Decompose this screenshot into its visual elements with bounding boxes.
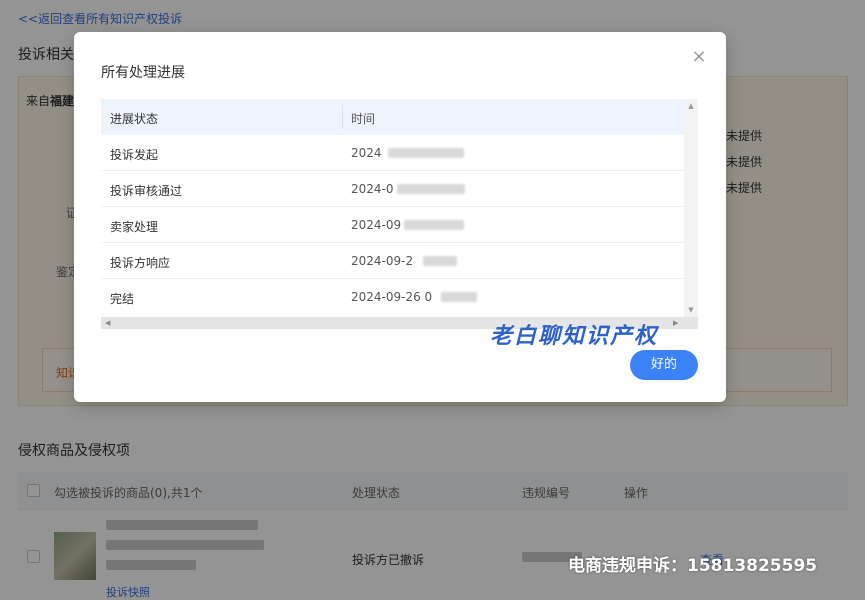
row-time: 2024-09-2 xyxy=(351,254,414,268)
table-row: 投诉发起 2024 xyxy=(101,135,684,171)
column-divider xyxy=(342,105,343,129)
scroll-left-icon[interactable]: ◀ xyxy=(105,317,110,329)
row-status: 完结 xyxy=(110,292,135,306)
column-header-status: 进展状态 xyxy=(110,112,159,126)
time-redacted xyxy=(397,184,465,194)
row-status: 卖家处理 xyxy=(110,220,159,234)
row-time: 2024-09-26 0 xyxy=(351,290,433,304)
row-time: 2024 xyxy=(351,146,382,160)
vertical-scrollbar[interactable]: ▲ ▼ xyxy=(684,99,698,317)
row-status: 投诉审核通过 xyxy=(110,184,183,198)
table-row: 完结 2024-09-26 0 xyxy=(101,279,684,315)
table-row: 投诉方响应 2024-09-2 xyxy=(101,243,684,279)
progress-table: 进展状态 时间 投诉发起 2024 投诉审核通过 2024-0 卖家处理 202… xyxy=(101,99,698,329)
scroll-up-icon[interactable]: ▲ xyxy=(684,102,698,110)
progress-table-header: 进展状态 时间 xyxy=(101,99,684,135)
time-redacted xyxy=(388,148,464,158)
watermark-blue: 老白聊知识产权 xyxy=(490,323,659,349)
column-header-time: 时间 xyxy=(351,112,376,126)
table-row: 卖家处理 2024-09 xyxy=(101,207,684,243)
scroll-down-icon[interactable]: ▼ xyxy=(684,306,698,314)
time-redacted xyxy=(404,220,464,230)
watermark-white: 电商违规申诉：15813825595 xyxy=(568,556,818,576)
ok-button[interactable]: 好的 xyxy=(630,350,698,380)
close-icon[interactable]: × xyxy=(688,46,710,68)
row-time: 2024-09 xyxy=(351,218,402,232)
row-status: 投诉发起 xyxy=(110,148,159,162)
table-row: 投诉审核通过 2024-0 xyxy=(101,171,684,207)
time-redacted xyxy=(441,292,477,302)
modal-title: 所有处理进展 xyxy=(101,65,185,81)
time-redacted xyxy=(423,256,457,266)
row-status: 投诉方响应 xyxy=(110,256,171,270)
row-time: 2024-0 xyxy=(351,182,394,196)
scroll-right-icon[interactable]: ▶ xyxy=(673,317,678,329)
